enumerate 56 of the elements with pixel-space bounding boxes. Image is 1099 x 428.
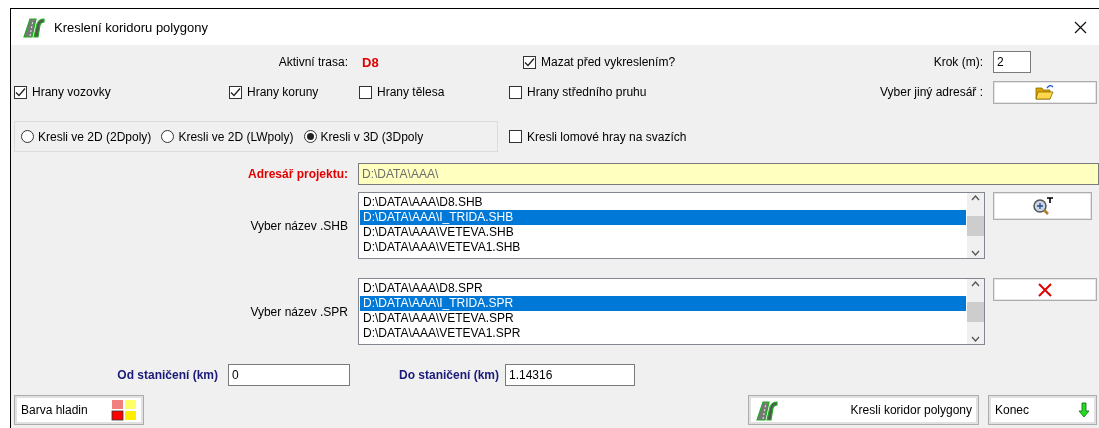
file-list[interactable]: D:\DATA\AAA\D8.SPR D:\DATA\AAA\I_TRIDA.SPR D:\DATA\AAA\VETEVA.SPR D:\DATA\AAA\VETEVA1.SPR xyxy=(358,278,985,345)
active-route-value: D8 xyxy=(362,54,379,70)
from-station-field[interactable]: 0 xyxy=(228,364,350,386)
scroll-up-icon[interactable] xyxy=(971,281,980,287)
layer-color-button[interactable]: Barva hladin xyxy=(14,395,144,425)
checkbox[interactable]: Mazat před vykreslením? xyxy=(523,55,676,69)
to-station-field[interactable]: 1.14316 xyxy=(505,364,635,386)
window-title: Kreslení koridoru polygony xyxy=(54,19,208,35)
file-list-item[interactable]: D:\DATA\AAA\D8.SPR xyxy=(360,281,966,296)
checkbox[interactable]: Kresli lomové hray na svazích xyxy=(509,129,687,144)
zoom-button[interactable] xyxy=(993,192,1092,220)
step-label: Krok (m): xyxy=(932,55,983,69)
close-dialog-button[interactable]: Konec xyxy=(988,395,1097,425)
step-field[interactable]: 2 xyxy=(993,51,1031,73)
road-icon xyxy=(22,16,46,38)
file-list-label: Vyber název .SPR xyxy=(249,304,348,319)
close-icon xyxy=(1073,20,1087,34)
scroll-down-icon[interactable] xyxy=(971,250,980,256)
scroll-up-icon[interactable] xyxy=(971,195,980,201)
check-icon xyxy=(15,86,26,98)
down-arrow-icon xyxy=(1078,402,1090,418)
file-list[interactable]: D:\DATA\AAA\D8.SHB D:\DATA\AAA\I_TRIDA.SHB D:\DATA\AAA\VETEVA.SHB D:\DATA\AAA\VETEVA1.SHB xyxy=(358,192,985,259)
file-list-item[interactable]: D:\DATA\AAA\VETEVA1.SPR xyxy=(360,326,966,341)
file-list-item[interactable]: D:\DATA\AAA\I_TRIDA.SHB xyxy=(360,210,966,225)
checkbox[interactable]: Hrany středního pruhu xyxy=(509,85,647,99)
file-list-item[interactable]: D:\DATA\AAA\I_TRIDA.SPR xyxy=(360,296,966,311)
file-list-item[interactable]: D:\DATA\AAA\VETEVA.SHB xyxy=(360,225,966,240)
from-station-label: Od staničení (km) xyxy=(116,368,218,382)
delete-icon xyxy=(1037,281,1053,298)
file-list-item[interactable]: D:\DATA\AAA\VETEVA1.SHB xyxy=(360,240,966,255)
scrollbar[interactable] xyxy=(967,279,984,344)
active-route-label: Aktivní trasa: xyxy=(277,55,348,69)
folder-label: Vyber jiný adresář : xyxy=(879,85,983,99)
checkbox[interactable]: Hrany vozovky xyxy=(14,85,111,99)
check-icon xyxy=(524,56,535,68)
radio-button[interactable]: Kresli ve 2D (2Dpoly) xyxy=(21,129,152,144)
to-station-label: Do staničení (km) xyxy=(397,368,499,382)
scroll-down-icon[interactable] xyxy=(971,336,980,342)
project-dir-label: Adresář projektu: xyxy=(246,166,348,181)
radio-button[interactable]: Kresli ve 2D (LWpoly) xyxy=(161,129,294,144)
delete-button[interactable] xyxy=(993,278,1097,301)
folder-icon xyxy=(1035,84,1055,100)
checkbox[interactable]: Hrany tělesa xyxy=(359,85,445,99)
browse-folder-button[interactable] xyxy=(993,80,1097,104)
check-icon xyxy=(230,86,241,98)
file-list-item[interactable]: D:\DATA\AAA\D8.SHB xyxy=(360,195,966,210)
radio-button[interactable]: Kresli v 3D (3Dpoly xyxy=(303,129,424,144)
project-dir-field[interactable]: D:\DATA\AAA\ xyxy=(358,162,1099,185)
scrollbar[interactable] xyxy=(967,193,984,258)
color-grid-icon xyxy=(111,399,137,421)
checkbox[interactable]: Hrany koruny xyxy=(229,85,319,99)
draw-corridor-button[interactable]: Kresli koridor polygony xyxy=(748,395,979,425)
magnifier-icon xyxy=(1031,196,1054,216)
file-list-label: Vyber název .SHB xyxy=(249,218,348,233)
road-icon xyxy=(755,399,779,421)
file-list-item[interactable]: D:\DATA\AAA\VETEVA.SPR xyxy=(360,311,966,326)
